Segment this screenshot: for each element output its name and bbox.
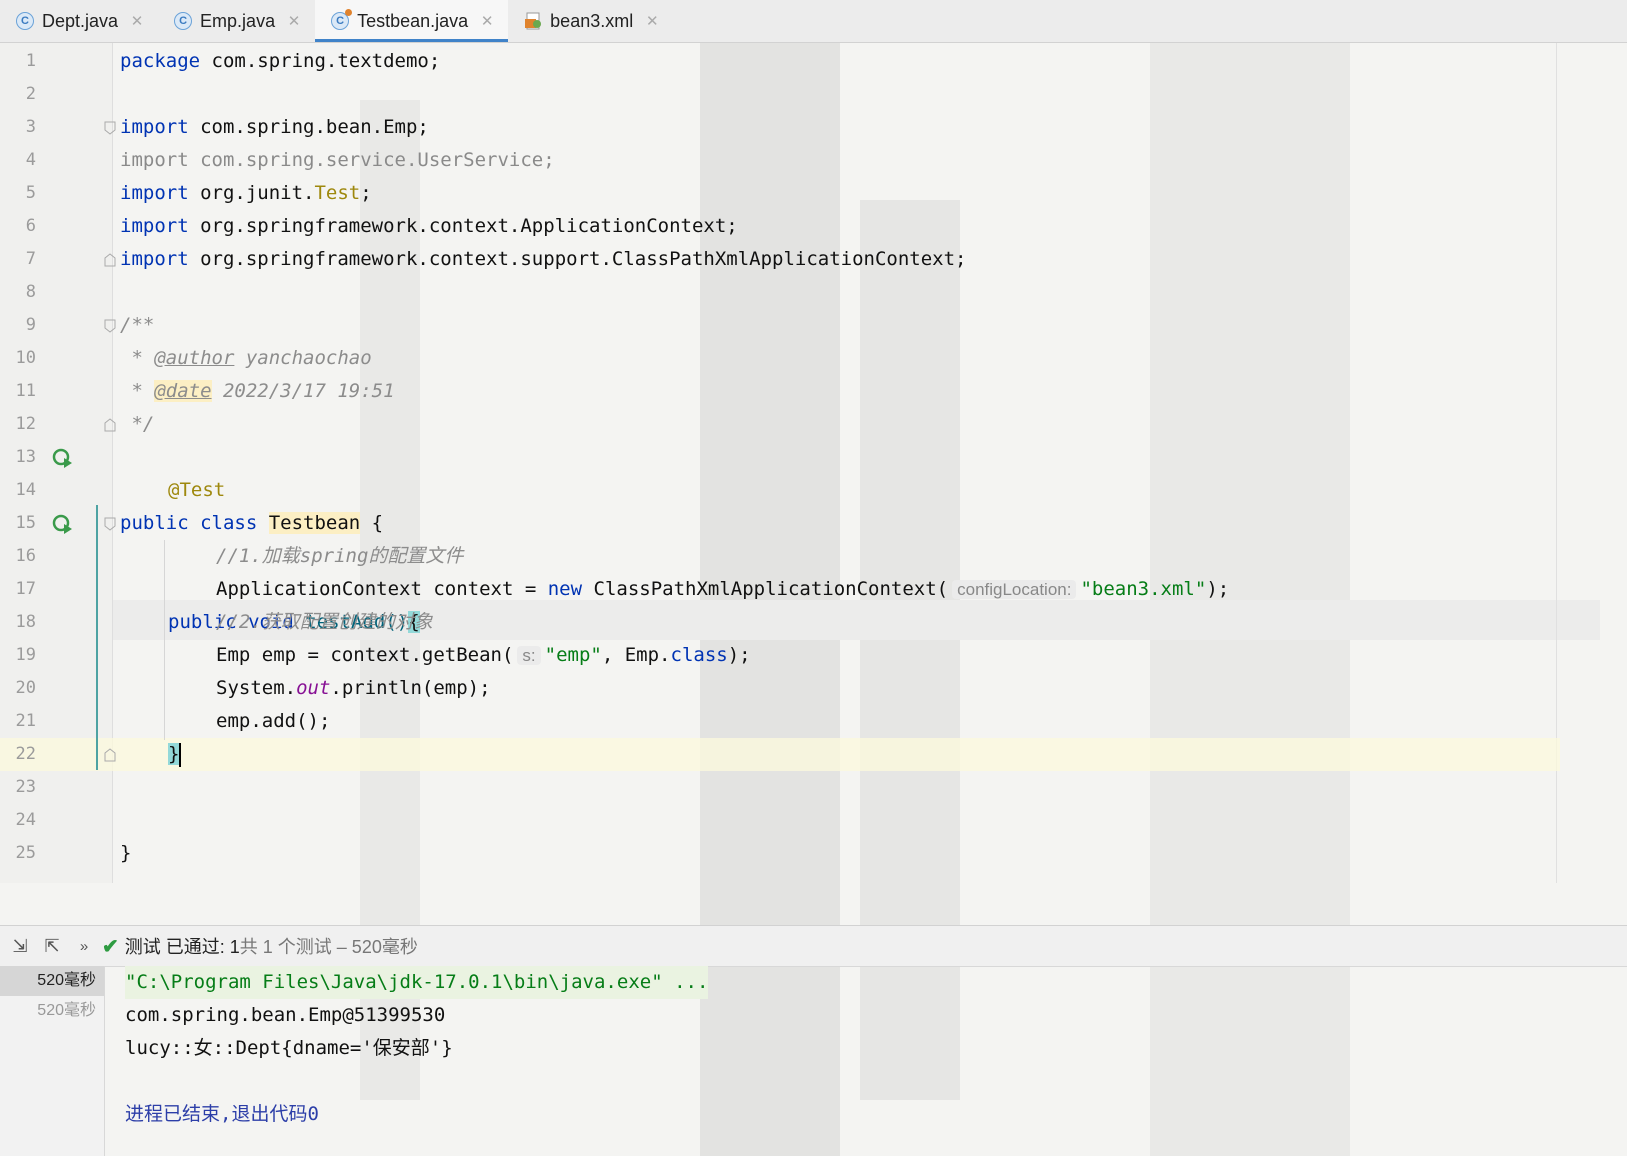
test-tree-row[interactable]: 520毫秒 [0, 966, 104, 996]
fold-icon[interactable] [104, 319, 116, 333]
tab-dept-java[interactable]: C Dept.java ✕ [0, 0, 158, 42]
scope-indicator [96, 505, 98, 770]
tab-label: Dept.java [42, 10, 119, 31]
code-line: 7 import org.springframework.context.supp… [25, 248, 967, 270]
text-caret [179, 742, 182, 767]
tab-emp-java[interactable]: C Emp.java ✕ [158, 0, 315, 42]
java-test-class-icon: C [331, 9, 353, 30]
indent-guide [164, 540, 165, 740]
code-line: 4 import com.spring.service.UserService; [25, 149, 555, 171]
more-chevron-icon[interactable]: » [72, 934, 96, 958]
editor-tab-bar: C Dept.java ✕ C Emp.java ✕ C Testbean.ja… [0, 0, 1627, 43]
code-line: 2 [25, 84, 36, 104]
java-class-icon: C [16, 12, 34, 30]
fold-icon[interactable] [104, 121, 116, 135]
code-editor[interactable]: 1 package com.spring.textdemo; 2 3 import … [0, 43, 1627, 883]
code-line: 11 * @date 2022/3/17 19:51 [15, 380, 395, 402]
xml-file-icon [524, 12, 542, 30]
fold-icon[interactable] [104, 253, 116, 267]
test-tree-row[interactable]: 520毫秒 [0, 996, 104, 1026]
code-line: 1 package com.spring.textdemo; [25, 50, 441, 72]
export-icon[interactable]: ⇱ [40, 934, 64, 958]
run-test-icon[interactable] [52, 513, 74, 535]
code-line: 3 import com.spring.bean.Emp; [25, 116, 429, 138]
code-line: 13 public class Testbean { [15, 447, 384, 534]
tab-label: Emp.java [200, 10, 276, 31]
parameter-hint: s: [517, 646, 541, 665]
run-console: 520毫秒 520毫秒 "C:\Program Files\Java\jdk-1… [0, 966, 1627, 1156]
code-line: 9/** [25, 314, 155, 336]
code-line-current: 22} [0, 738, 1560, 771]
console-output-line: com.spring.bean.Emp@51399530 [125, 1004, 446, 1026]
code-line: 24 [15, 810, 36, 830]
test-status: ✔ 测试 已通过: 1 共 1 个测试 – 520毫秒 [102, 935, 418, 958]
code-line: 6 import org.springframework.context.Appl… [25, 215, 738, 237]
code-line: 8 [25, 282, 36, 302]
test-tree: 520毫秒 520毫秒 [0, 966, 105, 1156]
tab-bean3-xml[interactable]: bean3.xml ✕ [508, 0, 673, 42]
code-line: 16//1.加载spring的配置文件 [15, 545, 464, 567]
java-class-icon: C [174, 12, 193, 30]
code-line: 17 ApplicationContext context = new Class… [15, 578, 1230, 600]
collapse-all-icon[interactable]: ⇲ [8, 934, 32, 958]
tab-testbean-java[interactable]: C Testbean.java ✕ [315, 0, 509, 42]
code-line: 25} [15, 842, 132, 864]
code-line: 5 import org.junit.Test; [25, 182, 372, 204]
test-runner-toolbar: ⇲ ⇱ » ✔ 测试 已通过: 1 共 1 个测试 – 520毫秒 [0, 925, 1627, 967]
close-icon[interactable]: ✕ [645, 12, 659, 30]
code-line: 19 Emp emp = context.getBean(s: "emp", Emp… [15, 644, 751, 666]
parameter-hint: configLocation: [952, 580, 1077, 599]
code-line: 10 * @author yanchaochao [15, 347, 372, 369]
close-icon[interactable]: ✕ [287, 12, 301, 30]
console-output-line: lucy::女::Dept{dname='保安部'} [125, 1037, 453, 1059]
close-icon[interactable]: ✕ [480, 12, 494, 30]
code-line: 23 [15, 777, 36, 797]
fold-icon[interactable] [104, 418, 116, 432]
code-line: 12 */ [15, 413, 155, 435]
fold-icon[interactable] [104, 748, 116, 762]
code-line: 15 public void testAdd(){ [15, 513, 420, 633]
tab-label: bean3.xml [550, 10, 634, 31]
code-line: 21 emp.add(); [15, 710, 331, 732]
run-test-icon[interactable] [52, 447, 74, 469]
code-line: 18//2.获取配置创建的对象 [15, 611, 433, 633]
code-line: 14 @Test [15, 479, 226, 501]
console-exit-message: 进程已结束,退出代码0 [125, 1103, 319, 1125]
console-command-line[interactable]: "C:\Program Files\Java\jdk-17.0.1\bin\ja… [125, 966, 709, 999]
close-icon[interactable]: ✕ [130, 12, 144, 30]
tab-label: Testbean.java [357, 10, 469, 31]
check-icon: ✔ [102, 935, 119, 958]
fold-icon[interactable] [104, 517, 116, 531]
code-line: 20 System.out.println(emp); [15, 677, 491, 699]
